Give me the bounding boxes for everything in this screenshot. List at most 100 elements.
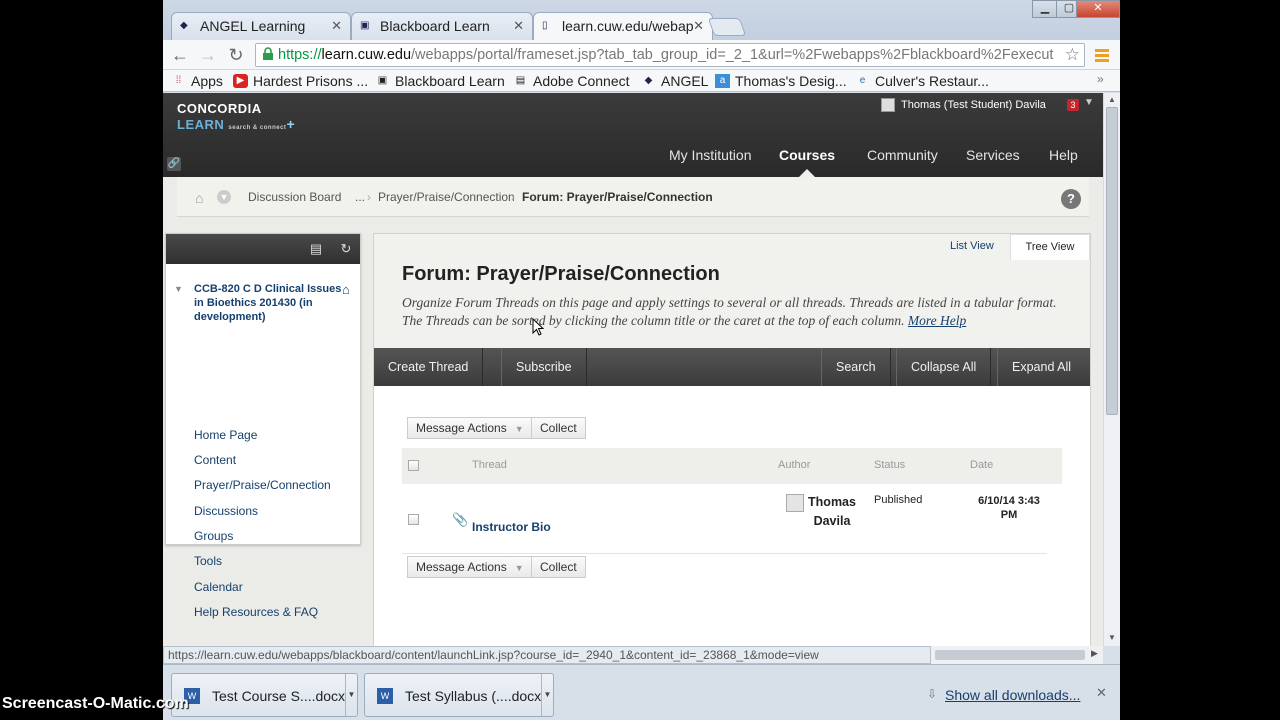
cuw-icon: ◆: [180, 20, 188, 31]
column-status[interactable]: Status: [874, 459, 905, 471]
subscribe-button[interactable]: Subscribe: [501, 348, 587, 386]
breadcrumb-discussion-board[interactable]: Discussion Board: [248, 190, 341, 204]
address-bar[interactable]: https://learn.cuw.edu/webapps/portal/fra…: [255, 43, 1085, 67]
chevron-right-icon[interactable]: »: [1097, 72, 1104, 86]
home-icon[interactable]: ⌂: [342, 282, 350, 297]
back-icon[interactable]: ←: [169, 44, 191, 66]
cuw-icon: ◆: [644, 75, 653, 86]
download-icon: ⇩: [927, 687, 938, 701]
nav-help[interactable]: Help: [1049, 147, 1078, 163]
close-icon[interactable]: ✕: [331, 13, 342, 39]
page-title: Forum: Prayer/Praise/Connection: [402, 263, 720, 285]
message-actions-button[interactable]: Message Actions ▼: [407, 417, 533, 439]
show-all-downloads-link[interactable]: Show all downloads...: [945, 687, 1080, 703]
bookmarks-bar: ⁞⁞ Apps ▶ Hardest Prisons ... ▣ Blackboard …: [163, 70, 1120, 92]
refresh-icon[interactable]: ↻: [336, 240, 356, 258]
column-author[interactable]: Author: [778, 459, 810, 471]
menu-item-calendar[interactable]: Calendar: [194, 580, 243, 594]
home-icon[interactable]: ⌂: [195, 190, 211, 206]
close-icon[interactable]: ✕: [513, 13, 524, 39]
menu-item-groups[interactable]: Groups: [194, 529, 233, 543]
list-view-link[interactable]: List View: [950, 240, 994, 252]
scroll-down-icon[interactable]: ▼: [1108, 633, 1116, 642]
breadcrumb-ellipsis[interactable]: ...: [355, 190, 365, 204]
youtube-icon: ▶: [233, 74, 248, 88]
site-header: CONCORDIA LEARN search & connect+ 🔗 Thom…: [163, 93, 1103, 177]
breadcrumb-separator: ›: [511, 190, 515, 204]
chevron-down-icon[interactable]: ▼: [541, 674, 553, 716]
more-help-link[interactable]: More Help: [908, 313, 966, 328]
row-checkbox[interactable]: [408, 514, 419, 525]
menu-item-discussions[interactable]: Discussions: [194, 504, 258, 518]
chevron-down-icon: ▼: [514, 563, 524, 573]
folder-view-icon[interactable]: ▤: [306, 240, 326, 258]
lock-icon: [263, 47, 273, 60]
user-name[interactable]: Thomas (Test Student) Davila: [901, 95, 1046, 115]
minimize-button[interactable]: ▁: [1032, 0, 1058, 18]
nav-my-institution[interactable]: My Institution: [669, 147, 751, 163]
collapse-all-button[interactable]: Collapse All: [896, 348, 992, 386]
menu-item-content[interactable]: Content: [194, 453, 236, 467]
bookmark-culvers[interactable]: e Culver's Restaur...: [855, 72, 989, 90]
select-all-checkbox[interactable]: [408, 460, 419, 471]
close-icon[interactable]: ✕: [1096, 685, 1107, 701]
scroll-up-icon[interactable]: ▲: [1108, 95, 1116, 104]
bookmark-angel[interactable]: ◆ ANGEL: [641, 72, 709, 90]
close-icon[interactable]: ✕: [693, 13, 704, 39]
column-thread[interactable]: Thread: [472, 459, 507, 471]
chevron-down-icon: ▼: [514, 424, 524, 434]
concordia-learn-logo[interactable]: CONCORDIA LEARN search & connect+: [177, 101, 295, 132]
reload-icon[interactable]: ↻: [225, 44, 247, 66]
tab-angel-learning[interactable]: ◆ ANGEL Learning ✕: [171, 12, 351, 40]
horizontal-scrollbar[interactable]: ▶: [931, 646, 1103, 664]
window-close-button[interactable]: ✕: [1076, 0, 1120, 18]
chevron-down-icon[interactable]: ▼: [345, 674, 357, 716]
blackboard-icon: ▣: [377, 75, 388, 86]
collect-button[interactable]: Collect: [531, 417, 586, 439]
new-tab-button[interactable]: [707, 18, 747, 36]
bookmark-thomas-design[interactable]: a Thomas's Desig...: [715, 72, 847, 90]
nav-courses[interactable]: Courses: [779, 147, 835, 163]
bookmark-adobe-connect[interactable]: ▤ Adobe Connect: [513, 72, 630, 90]
scroll-right-icon[interactable]: ▶: [1091, 648, 1098, 659]
forward-icon[interactable]: →: [197, 44, 219, 66]
nav-community[interactable]: Community: [867, 147, 938, 163]
tab-blackboard-learn[interactable]: ▣ Blackboard Learn ✕: [351, 12, 533, 40]
chevron-down-icon[interactable]: ▼: [1084, 97, 1094, 108]
link-icon[interactable]: 🔗: [167, 157, 181, 171]
tree-view-tab[interactable]: Tree View: [1010, 234, 1090, 260]
menu-icon[interactable]: [1093, 46, 1111, 64]
help-icon[interactable]: ?: [1061, 189, 1081, 209]
bookmark-apps[interactable]: ⁞⁞ Apps: [171, 72, 223, 90]
menu-item-help-resources[interactable]: Help Resources & FAQ: [194, 605, 318, 619]
menu-item-tools[interactable]: Tools: [194, 554, 222, 568]
course-menu: ▤ ↻ ▼ CCB-820 C D Clinical Issues in Bio…: [165, 233, 361, 619]
forum-description: Organize Forum Threads on this page and …: [402, 295, 1057, 328]
download-item[interactable]: W Test Syllabus (....docx ▼: [364, 673, 554, 717]
download-item[interactable]: W Test Course S....docx ▼: [171, 673, 358, 717]
create-thread-button[interactable]: Create Thread: [374, 348, 484, 386]
expand-all-button[interactable]: Expand All: [997, 348, 1085, 386]
menu-item-home-page[interactable]: Home Page: [194, 428, 257, 442]
scroll-thumb[interactable]: [1106, 107, 1118, 415]
search-button[interactable]: Search: [821, 348, 891, 386]
bookmark-hardest-prisons[interactable]: ▶ Hardest Prisons ...: [233, 72, 368, 90]
thread-link[interactable]: Instructor Bio: [472, 520, 551, 534]
chevron-down-icon[interactable]: ▼: [217, 190, 231, 204]
course-title[interactable]: CCB-820 C D Clinical Issues in Bioethics…: [194, 282, 344, 324]
nav-services[interactable]: Services: [966, 147, 1020, 163]
chevron-down-icon[interactable]: ▼: [174, 284, 183, 294]
scroll-thumb[interactable]: [935, 650, 1085, 660]
breadcrumb-current: Forum: Prayer/Praise/Connection: [522, 190, 713, 204]
toolbar: ← → ↻ https://learn.cuw.edu/webapps/port…: [163, 40, 1120, 70]
star-icon[interactable]: ☆: [1065, 44, 1080, 66]
collect-button-bottom[interactable]: Collect: [531, 556, 586, 578]
column-date[interactable]: Date: [970, 459, 993, 471]
message-actions-button-bottom[interactable]: Message Actions ▼: [407, 556, 533, 578]
bookmark-blackboard-learn[interactable]: ▣ Blackboard Learn: [375, 72, 505, 90]
breadcrumb-prayer[interactable]: Prayer/Praise/Connection: [378, 190, 515, 204]
notification-badge[interactable]: 3: [1067, 99, 1079, 111]
vertical-scrollbar[interactable]: ▲ ▼: [1103, 93, 1120, 646]
tab-learn-cuw[interactable]: ▯ learn.cuw.edu/webap ✕: [533, 12, 713, 40]
menu-item-prayer[interactable]: Prayer/Praise/Connection: [194, 478, 331, 492]
